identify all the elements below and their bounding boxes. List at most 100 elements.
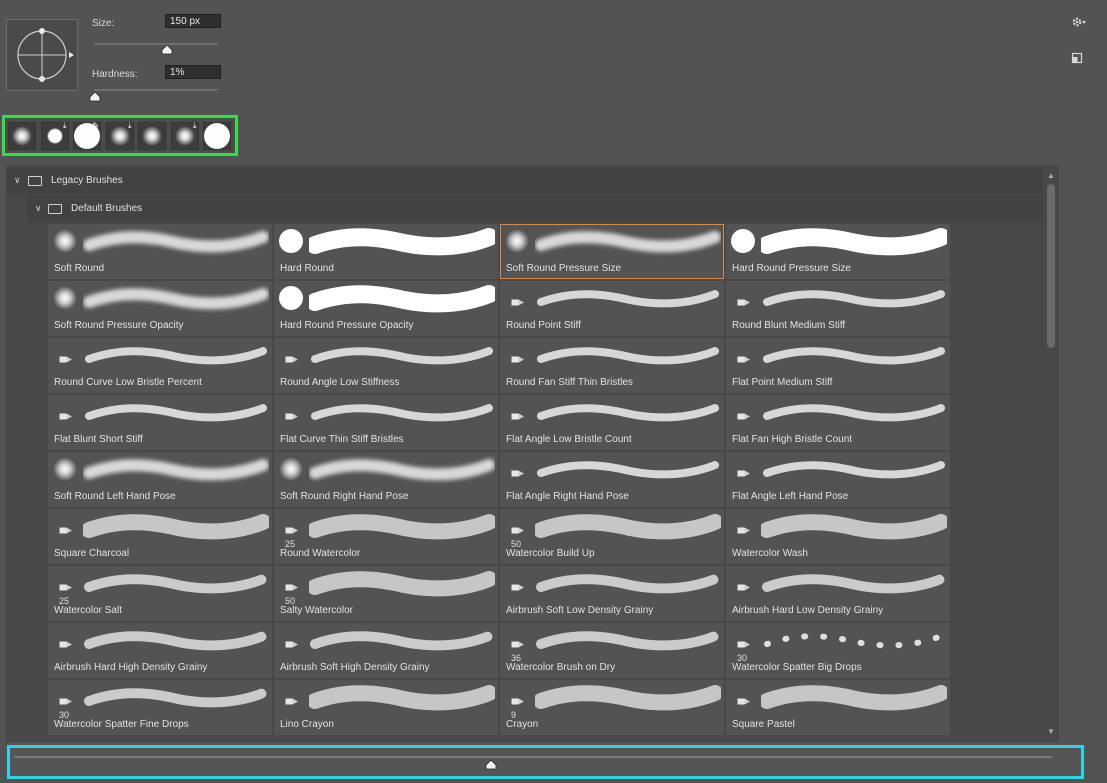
brush-preset[interactable]: Lino Crayon <box>274 680 498 735</box>
brush-tip-icon <box>285 355 298 363</box>
brush-stroke-preview <box>763 404 945 422</box>
brush-preset[interactable]: Flat Point Medium Stiff <box>726 338 950 393</box>
brush-name: Round Curve Low Bristle Percent <box>54 377 202 388</box>
brush-preset[interactable]: Airbrush Hard Low Density Grainy <box>726 566 950 621</box>
brush-name: Watercolor Wash <box>732 548 808 559</box>
brush-preset[interactable]: Soft Round Pressure Opacity <box>48 281 272 336</box>
brush-name: Airbrush Soft High Density Grainy <box>280 662 430 673</box>
brush-preset[interactable]: Hard Round Pressure Size <box>726 224 950 279</box>
brush-stroke-preview <box>309 228 495 256</box>
brush-preset[interactable]: Soft Round <box>48 224 272 279</box>
brush-preset[interactable]: Hard Round Pressure Opacity <box>274 281 498 336</box>
brush-preset[interactable]: Round Angle Low Stiffness <box>274 338 498 393</box>
brush-tip-icon <box>511 640 524 648</box>
brush-preset[interactable]: 25 Watercolor Salt <box>48 566 272 621</box>
brush-stroke-preview <box>763 347 945 365</box>
brush-stroke-preview <box>764 633 944 649</box>
brush-tip-icon <box>59 355 72 363</box>
brush-preset[interactable]: Flat Angle Low Bristle Count <box>500 395 724 450</box>
brush-preset[interactable]: Watercolor Wash <box>726 509 950 564</box>
brush-tip-icon <box>737 583 750 591</box>
brush-stroke-preview <box>83 459 269 481</box>
thumbnail-size-bar <box>7 745 1084 779</box>
brush-name: Soft Round Left Hand Pose <box>54 491 176 502</box>
brush-name: Round Blunt Medium Stiff <box>732 320 846 331</box>
brush-stroke-preview <box>762 574 946 594</box>
brush-stroke-preview <box>537 347 719 365</box>
brush-preset[interactable]: Airbrush Soft High Density Grainy <box>274 623 498 678</box>
brush-name: Watercolor Spatter Big Drops <box>732 662 862 673</box>
brush-stroke-preview <box>763 290 945 308</box>
scrollbar-thumb[interactable] <box>1047 184 1055 348</box>
brush-name: Watercolor Brush on Dry <box>506 662 616 673</box>
brush-preset[interactable]: Airbrush Soft Low Density Grainy <box>500 566 724 621</box>
brush-stroke-preview <box>537 404 719 422</box>
brush-stroke-preview <box>309 285 495 313</box>
brush-preset[interactable]: 50 Salty Watercolor <box>274 566 498 621</box>
brush-name: Lino Crayon <box>280 719 334 730</box>
brush-tip-icon <box>737 697 750 705</box>
brush-stroke-preview <box>535 514 721 540</box>
brush-tip-icon <box>59 583 72 591</box>
brush-stroke-preview <box>537 461 719 479</box>
brush-name: Watercolor Spatter Fine Drops <box>54 719 189 730</box>
brush-tip-icon <box>511 469 524 477</box>
brush-tip-icon <box>511 583 524 591</box>
brush-preset[interactable]: 9 Crayon <box>500 680 724 735</box>
brush-preset[interactable]: Round Point Stiff <box>500 281 724 336</box>
brush-preset[interactable]: Round Curve Low Bristle Percent <box>48 338 272 393</box>
brush-preset[interactable]: Square Charcoal <box>48 509 272 564</box>
brush-preset[interactable]: Airbrush Hard High Density Grainy <box>48 623 272 678</box>
brush-preset[interactable]: Soft Round Pressure Size <box>500 224 724 279</box>
brush-name: Round Watercolor <box>280 548 361 559</box>
brush-stroke-preview <box>763 461 945 479</box>
brush-tip-icon <box>59 640 72 648</box>
brush-dab-icon <box>279 457 303 481</box>
brush-preset[interactable]: Round Fan Stiff Thin Bristles <box>500 338 724 393</box>
brush-tip-icon <box>511 355 524 363</box>
scroll-down-icon[interactable]: ▼ <box>1047 727 1055 736</box>
brush-preset[interactable]: 30 Watercolor Spatter Fine Drops <box>48 680 272 735</box>
brush-preset[interactable]: Round Blunt Medium Stiff <box>726 281 950 336</box>
brush-preset[interactable]: 30 Watercolor Spatter Big Drops <box>726 623 950 678</box>
brush-name: Round Fan Stiff Thin Bristles <box>506 377 633 388</box>
brush-stroke-preview <box>537 290 719 308</box>
brush-preset[interactable]: Soft Round Right Hand Pose <box>274 452 498 507</box>
brush-name: Round Point Stiff <box>506 320 581 331</box>
brush-preset[interactable]: Flat Angle Left Hand Pose <box>726 452 950 507</box>
thumbnail-size-slider-thumb[interactable] <box>485 760 497 770</box>
brush-name: Round Angle Low Stiffness <box>280 377 400 388</box>
brush-tip-icon <box>511 412 524 420</box>
brush-name: Flat Angle Left Hand Pose <box>732 491 849 502</box>
brush-name: Flat Fan High Bristle Count <box>732 434 853 445</box>
brush-preset[interactable]: Soft Round Left Hand Pose <box>48 452 272 507</box>
brush-tip-icon <box>59 412 72 420</box>
brush-name: Airbrush Hard High Density Grainy <box>54 662 208 673</box>
brush-preset[interactable]: Flat Fan High Bristle Count <box>726 395 950 450</box>
brush-name: Hard Round Pressure Opacity <box>280 320 414 331</box>
brush-preset[interactable]: 36 Watercolor Brush on Dry <box>500 623 724 678</box>
brush-preset[interactable]: Flat Curve Thin Stiff Bristles <box>274 395 498 450</box>
brush-preset[interactable]: Flat Angle Right Hand Pose <box>500 452 724 507</box>
brush-tip-icon <box>285 640 298 648</box>
brush-stroke-preview <box>84 574 268 594</box>
brush-stroke-preview <box>309 459 495 481</box>
brush-dab-icon <box>53 457 77 481</box>
brush-preset[interactable]: 50 Watercolor Build Up <box>500 509 724 564</box>
brush-stroke-preview <box>761 228 947 256</box>
brush-name: Watercolor Salt <box>54 605 122 616</box>
brush-name: Soft Round Pressure Opacity <box>54 320 184 331</box>
brush-name: Salty Watercolor <box>280 605 353 616</box>
brush-preset[interactable]: Square Pastel <box>726 680 950 735</box>
brush-preset[interactable]: Flat Blunt Short Stiff <box>48 395 272 450</box>
brush-preset[interactable]: 25 Round Watercolor <box>274 509 498 564</box>
brush-name: Square Charcoal <box>54 548 130 559</box>
brush-dab-icon <box>279 286 303 310</box>
brush-preset[interactable]: Hard Round <box>274 224 498 279</box>
brush-stroke-preview <box>535 685 721 711</box>
brush-name: Flat Blunt Short Stiff <box>54 434 143 445</box>
brush-name: Crayon <box>506 719 539 730</box>
scroll-up-icon[interactable]: ▲ <box>1047 171 1055 180</box>
thumbnail-size-slider-track[interactable] <box>14 756 1052 758</box>
brush-name: Flat Curve Thin Stiff Bristles <box>280 434 404 445</box>
